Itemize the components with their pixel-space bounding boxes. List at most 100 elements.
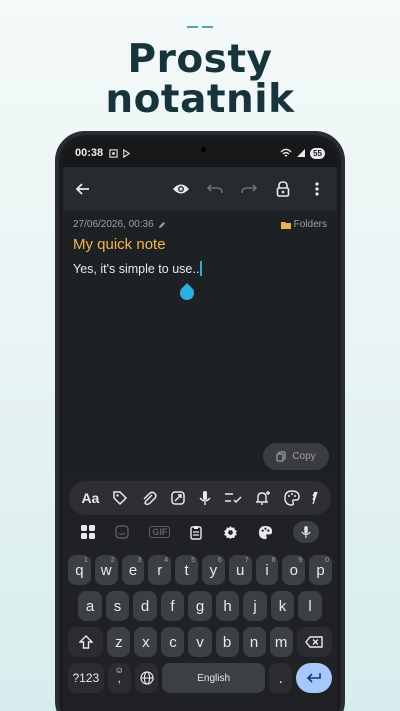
note-body[interactable]: Yes, it's simple to use.. <box>63 253 337 303</box>
formatting-bar: Aa <box>69 481 331 515</box>
key-row-4: ?123 , ☺ English . <box>63 663 337 693</box>
key-row-1: q1 w2 e3 r4 t5 y6 u7 i8 o9 p0 <box>63 555 337 585</box>
status-time: 00:38 <box>75 147 104 159</box>
copy-label: Copy <box>292 451 316 462</box>
key-p[interactable]: p0 <box>309 555 332 585</box>
checklist-icon[interactable] <box>224 491 242 505</box>
key-r[interactable]: r4 <box>148 555 172 585</box>
note-meta: 27/06/2026, 00:36 Folders <box>63 211 337 230</box>
mic-icon[interactable] <box>199 490 211 506</box>
shift-icon <box>78 635 93 649</box>
status-right: 55 <box>280 147 325 159</box>
key-v[interactable]: v <box>188 627 212 657</box>
key-e[interactable]: e3 <box>121 555 145 585</box>
more-vert-icon[interactable] <box>307 179 327 199</box>
signal-icon <box>297 149 306 157</box>
status-notification-icons <box>109 148 131 158</box>
note-date: 27/06/2026, 00:36 <box>73 219 154 230</box>
enter-key[interactable] <box>296 663 333 693</box>
keyboard: Aa GIF q 1 w 2 e 3 r 4 t 5 y 6 u 7 i 8 o… <box>63 477 337 711</box>
theme-palette-icon[interactable] <box>258 525 273 540</box>
add-reminder-icon[interactable] <box>255 490 271 506</box>
eye-icon[interactable] <box>171 179 191 199</box>
lock-icon[interactable] <box>273 179 293 199</box>
attach-icon[interactable] <box>141 490 157 506</box>
symbols-key[interactable]: ?123 <box>68 663 104 693</box>
copy-button[interactable]: Copy <box>263 443 329 470</box>
headline-line-1: Prosty <box>127 37 273 82</box>
key-q[interactable]: q1 <box>68 555 91 585</box>
note-toolbar <box>63 167 337 211</box>
text-cursor <box>200 261 202 276</box>
key-k[interactable]: k <box>270 591 295 621</box>
cast-icon <box>123 148 131 158</box>
key-z[interactable]: z <box>107 627 131 657</box>
key-b[interactable]: b <box>215 627 239 657</box>
headline: Prosty notatnik <box>0 40 400 120</box>
key-c[interactable]: c <box>161 627 185 657</box>
redo-icon[interactable] <box>239 179 259 199</box>
enter-icon <box>307 673 321 683</box>
shift-key[interactable] <box>68 627 104 657</box>
key-y[interactable]: y6 <box>202 555 225 585</box>
wifi-icon <box>280 148 292 157</box>
phone-frame: 00:38 55 27/06/2026, 00:36 Folders My qu… <box>55 131 345 711</box>
note-body-text: Yes, it's simple to use.. <box>73 262 200 276</box>
backspace-icon <box>305 636 324 648</box>
key-n[interactable]: n <box>242 627 266 657</box>
gif-icon[interactable]: GIF <box>149 526 171 538</box>
key-a[interactable]: a <box>78 591 102 621</box>
voice-icon[interactable] <box>292 521 319 543</box>
key-m[interactable]: m <box>269 627 293 657</box>
spacebar[interactable]: English <box>162 663 266 693</box>
undo-icon[interactable] <box>205 179 225 199</box>
sticker-icon[interactable] <box>115 525 129 539</box>
folder-icon <box>280 221 291 229</box>
settings-icon[interactable] <box>223 525 238 540</box>
battery-badge: 55 <box>310 147 325 159</box>
cursor-handle[interactable] <box>177 283 197 303</box>
emoji-icon: ☺ <box>114 665 124 675</box>
key-w[interactable]: w2 <box>94 555 118 585</box>
folders-label: Folders <box>293 219 327 230</box>
screenshot-icon <box>109 148 118 158</box>
key-l[interactable]: l <box>298 591 322 621</box>
emoji-comma-key[interactable]: , ☺ <box>107 663 131 693</box>
headline-line-2: notatnik <box>105 77 295 122</box>
resize-icon[interactable] <box>170 490 186 506</box>
back-arrow-icon[interactable] <box>73 179 93 199</box>
key-row-3: z x c v b n m <box>63 627 337 657</box>
apps-grid-icon[interactable] <box>81 525 96 539</box>
folders-link[interactable]: Folders <box>280 219 327 230</box>
key-t[interactable]: t5 <box>175 555 198 585</box>
key-row-2: a s d f g h j k l <box>63 591 337 621</box>
tag-icon[interactable] <box>112 490 128 506</box>
globe-icon <box>139 671 154 685</box>
key-f[interactable]: f <box>160 591 185 621</box>
period-key[interactable]: . <box>269 663 293 693</box>
text-format-icon[interactable]: Aa <box>81 490 99 506</box>
key-s[interactable]: s <box>105 591 130 621</box>
key-i[interactable]: i8 <box>255 555 279 585</box>
key-u[interactable]: u7 <box>228 555 252 585</box>
language-globe-key[interactable] <box>134 663 159 693</box>
key-h[interactable]: h <box>215 591 240 621</box>
key-o[interactable]: o9 <box>282 555 306 585</box>
front-camera <box>201 147 206 152</box>
key-g[interactable]: g <box>188 591 212 621</box>
copy-icon <box>276 451 286 462</box>
clipboard-icon[interactable] <box>190 525 203 540</box>
key-d[interactable]: d <box>133 591 157 621</box>
edit-pencil-icon[interactable] <box>158 221 166 229</box>
key-x[interactable]: x <box>134 627 158 657</box>
key-j[interactable]: j <box>243 591 267 621</box>
toolbar-actions <box>171 179 327 199</box>
accent-dash <box>187 26 213 28</box>
note-title[interactable]: My quick note <box>63 230 337 253</box>
phone-screen: 00:38 55 27/06/2026, 00:36 Folders My qu… <box>63 139 337 711</box>
keyboard-tool-row: GIF <box>63 515 337 549</box>
palette-icon[interactable] <box>283 490 300 506</box>
more-icon[interactable] <box>312 490 319 506</box>
backspace-key[interactable] <box>296 627 332 657</box>
status-bar: 00:38 55 <box>63 139 337 167</box>
